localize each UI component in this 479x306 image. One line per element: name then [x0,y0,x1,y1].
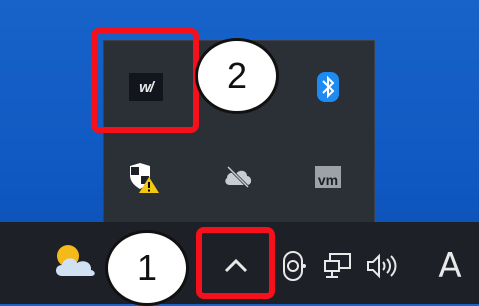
tray-item-bluetooth[interactable] [300,59,356,115]
ime-icon: A [438,246,462,286]
tray-item-security[interactable] [116,149,172,205]
onedrive-offline-icon [225,166,252,188]
callout-step-1: 1 [105,230,189,306]
camera-icon [283,251,306,281]
taskbar-camera[interactable] [279,242,309,288]
volume-icon [367,253,397,279]
taskbar-weather[interactable] [50,238,100,282]
taskbar-network[interactable] [318,244,358,288]
vmware-icon: vm [315,166,341,188]
weather-icon [56,245,95,276]
highlight-box-step-1 [196,227,275,299]
taskbar-volume[interactable] [362,244,402,288]
ime-indicator[interactable]: A [430,242,470,290]
network-icon [324,253,351,278]
security-shield-warning-icon [130,163,159,193]
bluetooth-icon [317,72,339,102]
callout-step-2: 2 [195,38,279,114]
tray-item-onedrive[interactable] [210,149,266,205]
tray-item-vmware[interactable]: vm [300,149,356,205]
highlight-box-step-2 [91,28,199,133]
